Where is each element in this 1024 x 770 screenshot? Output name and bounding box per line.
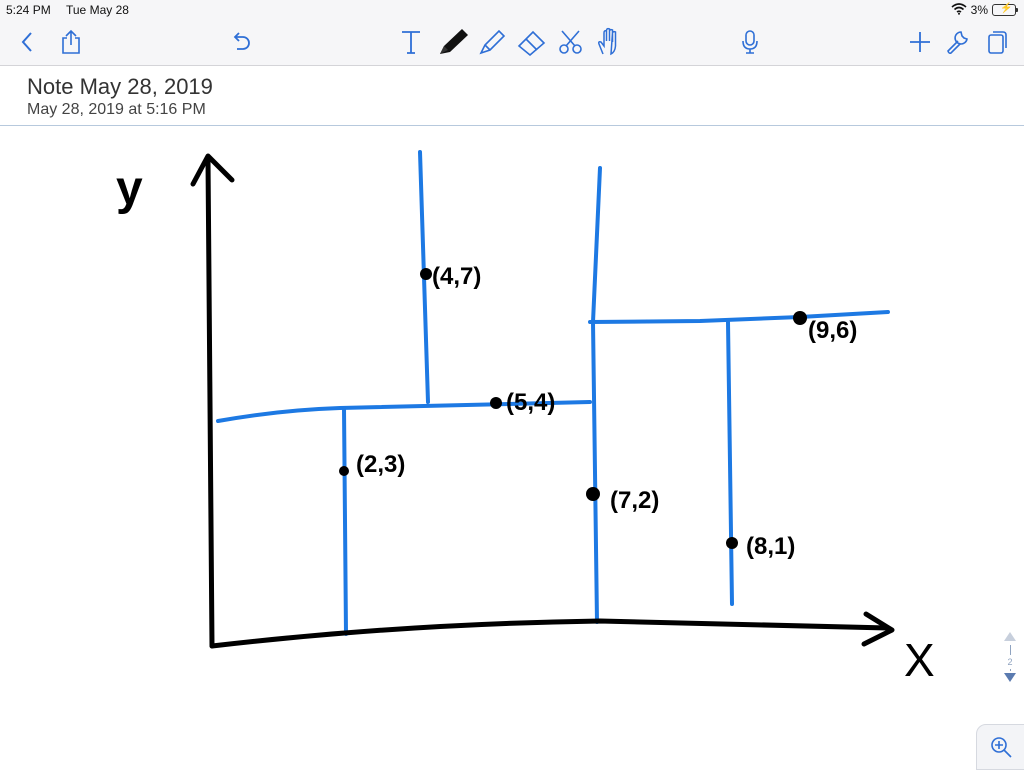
blue-line-vertical-x7 [590,166,602,624]
status-bar: 5:24 PM Tue May 28 3% ⚡ [0,0,1024,20]
point-dot-7-2 [586,487,600,501]
point-dot-8-1 [726,537,738,549]
pages-icon [988,31,1007,54]
add-button[interactable] [906,26,934,58]
y-axis-arrowhead [190,153,235,187]
highlighter-tool-button[interactable] [476,26,508,58]
zoom-button[interactable] [976,724,1024,770]
record-audio-button[interactable] [737,26,763,58]
x-axis-line [209,618,891,649]
zoom-icon [991,737,1012,758]
undo-button[interactable] [228,26,254,58]
point-dot-9-6 [793,311,807,325]
hand-icon [598,27,617,56]
eraser-icon [517,30,546,56]
point-label-7-2: (7,2) [610,487,659,514]
eraser-tool-button[interactable] [515,26,549,58]
status-time: 5:24 PM [6,3,51,17]
pen-icon [440,29,468,54]
text-tool-button[interactable] [397,26,425,58]
point-label-8-1: (8,1) [746,533,795,560]
microphone-icon [742,30,758,54]
point-label-4-7: (4,7) [432,263,481,290]
point-dot-2-3 [339,466,349,476]
blue-line-vertical-x9 [726,320,734,606]
plus-icon [910,32,930,52]
scissors-icon [559,30,582,54]
undo-icon [233,32,250,50]
settings-button[interactable] [944,26,972,58]
note-date: May 28, 2019 at 5:16 PM [27,101,206,118]
page-total: 2 [1007,657,1013,667]
y-axis-label: y [116,162,143,215]
text-icon [402,31,420,54]
point-dot-4-7 [420,268,432,280]
point-label-2-3: (2,3) [356,451,405,478]
note-header: Note May 28, 2019 May 28, 2019 at 5:16 P… [0,66,1024,126]
pager-line-bottom [1009,669,1011,671]
highlighter-icon [479,29,506,55]
blue-line-vertical-x2 [342,406,348,636]
pages-button[interactable] [984,26,1010,58]
wrench-icon [947,31,968,55]
pager-line-top [1009,645,1011,655]
status-date: Tue May 28 [66,3,129,17]
hand-tool-button[interactable] [594,26,624,58]
handwritten-sketch: y X (2,3) (4,7) (5,4) (7,2) (8,1) (9,6) [116,150,935,686]
x-axis-label: X [904,634,935,686]
triangle-down-icon[interactable] [1004,673,1016,682]
point-label-9-6: (9,6) [808,317,857,344]
triangle-up-icon[interactable] [1004,632,1016,641]
share-button[interactable] [58,26,84,58]
page-indicator[interactable]: 1 2 [1001,632,1019,702]
status-right: 3% ⚡ [951,2,1018,18]
battery-icon: ⚡ [992,3,1018,16]
y-axis-line [205,157,215,649]
drawing-canvas[interactable]: y X (2,3) (4,7) (5,4) (7,2) (8,1) (9,6) [0,126,1024,768]
lasso-tool-button[interactable] [556,26,586,58]
point-label-5-4: (5,4) [506,389,555,416]
chevron-left-icon [21,32,32,52]
wifi-icon [951,2,967,18]
back-button[interactable] [14,26,40,58]
top-chrome: 5:24 PM Tue May 28 3% ⚡ [0,0,1024,66]
share-icon [62,29,80,54]
note-title[interactable]: Note May 28, 2019 [27,74,213,100]
point-dot-5-4 [490,397,502,409]
pen-tool-button[interactable] [433,26,471,58]
battery-percent: 3% [970,3,988,17]
